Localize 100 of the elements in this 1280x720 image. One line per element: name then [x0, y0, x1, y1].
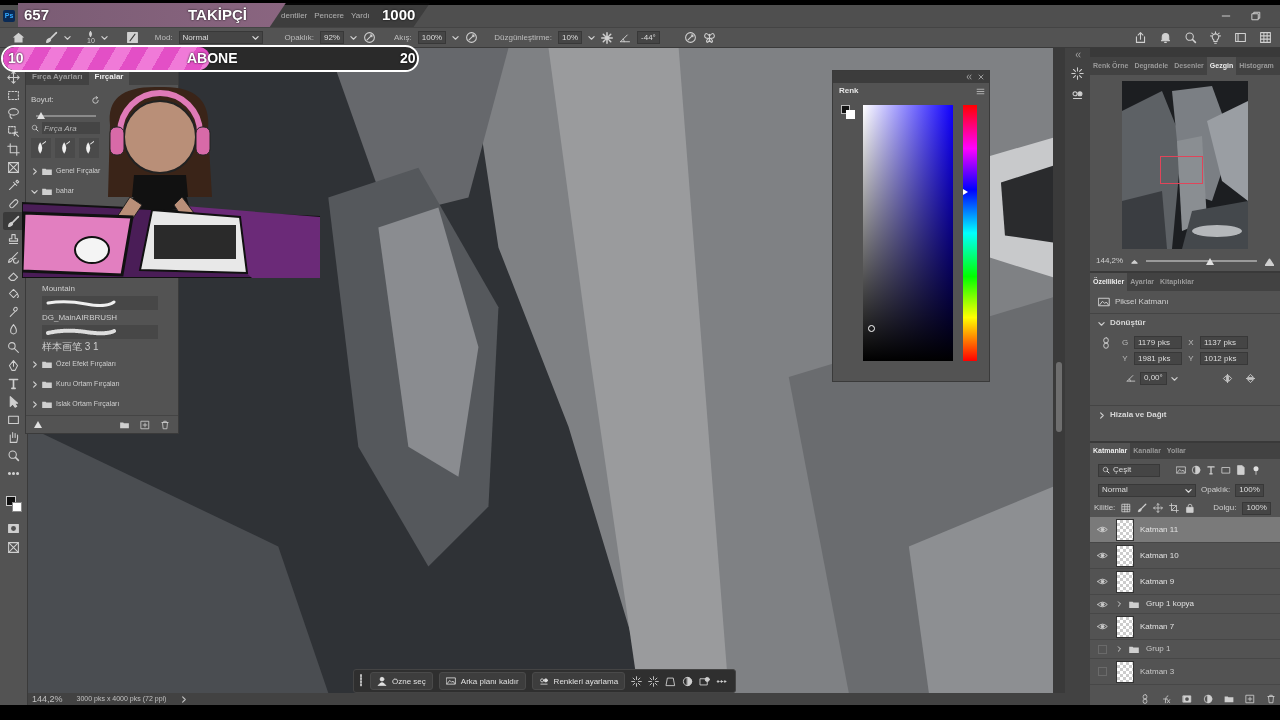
navigator-icon[interactable]	[1071, 67, 1084, 80]
layer-row[interactable]: Katman 9	[1090, 569, 1280, 595]
collapse-icon[interactable]	[965, 73, 973, 81]
contrast-icon[interactable]	[682, 675, 694, 687]
brush-name[interactable]: 样本画笔 3 1	[42, 340, 99, 353]
menu-item[interactable]: dentiler	[281, 11, 308, 21]
share-icon[interactable]	[1134, 31, 1147, 44]
image-filter-icon[interactable]	[1176, 465, 1186, 475]
lock-pixels-icon[interactable]	[1121, 503, 1132, 513]
menu-icon[interactable]	[976, 86, 985, 96]
trash-icon[interactable]	[160, 419, 170, 430]
brush-tip-icon[interactable]	[36, 140, 46, 156]
home-icon[interactable]	[12, 31, 25, 44]
brush-panel-icon[interactable]	[125, 31, 139, 44]
object-selection-icon[interactable]	[7, 124, 20, 138]
trash-icon[interactable]	[1266, 694, 1276, 704]
layer-row[interactable]: Katman 11	[1090, 517, 1280, 543]
layer-row[interactable]: Katman 7	[1090, 614, 1280, 640]
caret-icon[interactable]	[100, 34, 108, 41]
slider-thumb[interactable]	[1206, 257, 1215, 265]
frame-tool-icon[interactable]	[7, 160, 20, 174]
adjustment-filter-icon[interactable]	[1191, 465, 1201, 475]
eye-icon[interactable]	[1096, 524, 1108, 535]
eye-icon[interactable]	[1096, 621, 1108, 632]
transform-field[interactable]: 1012 pks	[1200, 352, 1248, 365]
thumb-icon[interactable]	[34, 421, 42, 428]
search-icon[interactable]	[1184, 31, 1197, 44]
opacity-field[interactable]: 100%	[1235, 483, 1264, 497]
bell-icon[interactable]	[1159, 31, 1172, 44]
marquee-icon[interactable]	[7, 88, 20, 102]
perspective-icon[interactable]	[665, 675, 677, 687]
eye-icon[interactable]	[1096, 550, 1108, 561]
stamp-icon[interactable]	[7, 232, 20, 246]
lock-position-icon[interactable]	[1153, 503, 1164, 513]
caret-icon[interactable]	[1170, 374, 1178, 382]
crop-icon[interactable]	[7, 142, 20, 156]
hand-icon[interactable]	[7, 430, 20, 444]
flow-field[interactable]: 100%	[417, 31, 447, 44]
type-icon[interactable]	[7, 376, 20, 390]
paint-bucket-icon[interactable]	[7, 286, 20, 300]
settings-icon[interactable]	[601, 31, 614, 44]
transform-field[interactable]: 1179 pks	[1134, 336, 1182, 349]
lock-paint-icon[interactable]	[1137, 503, 1148, 513]
lock-artboard-icon[interactable]	[1169, 503, 1180, 513]
close-icon[interactable]	[977, 73, 985, 81]
lightbulb-icon[interactable]	[1209, 31, 1222, 44]
layer-row[interactable]: Katman 10	[1090, 543, 1280, 569]
background-swatch[interactable]	[11, 502, 22, 512]
magic-wand-icon[interactable]	[648, 675, 660, 687]
flip-vertical-icon[interactable]	[1244, 372, 1256, 384]
lasso-icon[interactable]	[7, 106, 20, 120]
opacity-field[interactable]: 92%	[319, 31, 344, 44]
link-icon[interactable]	[1100, 336, 1112, 349]
adjustment-icon[interactable]	[1071, 88, 1084, 101]
new-layer-icon[interactable]	[1245, 694, 1255, 704]
filter-dropdown[interactable]: Çeşit	[1098, 463, 1160, 477]
workspace-icon[interactable]	[1234, 31, 1247, 44]
brush-name[interactable]: DG_MainAIRBRUSH	[42, 312, 118, 323]
caret-icon[interactable]	[349, 34, 357, 41]
brush-name[interactable]: Mountain	[42, 283, 75, 294]
pressure-size-icon[interactable]	[683, 31, 697, 44]
history-brush-icon[interactable]	[7, 250, 20, 264]
smart-object-filter-icon[interactable]	[1236, 465, 1246, 475]
caret-icon[interactable]	[64, 34, 71, 41]
layer-mask-icon[interactable]	[1182, 694, 1192, 704]
scrollbar-thumb[interactable]	[1056, 362, 1062, 432]
brush-tip-icon[interactable]	[84, 140, 94, 156]
brush-icon[interactable]	[7, 214, 20, 228]
screen-mode-icon[interactable]	[7, 541, 20, 554]
zoom-out-icon[interactable]	[1131, 257, 1139, 265]
shape-filter-icon[interactable]	[1221, 465, 1231, 475]
blur-icon[interactable]	[7, 322, 20, 336]
path-selection-icon[interactable]	[7, 394, 20, 408]
menu-item[interactable]: Yardı	[351, 11, 370, 21]
color-field[interactable]	[863, 105, 953, 361]
filter-toggle-icon[interactable]	[1251, 465, 1261, 475]
panel-tab[interactable]: Fırça Ayarları	[26, 69, 89, 85]
link-layers-icon[interactable]	[1140, 694, 1150, 704]
caret-icon[interactable]	[452, 34, 460, 41]
menu-item[interactable]: Pencere	[314, 11, 345, 21]
lock-icon[interactable]	[1185, 503, 1196, 513]
mode-dropdown[interactable]: Normal	[178, 31, 263, 44]
eye-icon[interactable]	[1096, 576, 1108, 587]
add-image-icon[interactable]	[699, 675, 711, 687]
search-field[interactable]: Fırça Ara	[42, 122, 100, 134]
collapse-icon[interactable]	[1073, 51, 1082, 59]
task-button[interactable]: Renkleri ayarlama	[531, 672, 626, 690]
bandage-icon[interactable]	[7, 196, 20, 210]
brush-tip-icon[interactable]	[60, 140, 70, 156]
smoothing-field[interactable]: 10%	[558, 31, 583, 44]
angle-field[interactable]: -44°	[637, 31, 660, 44]
grip-icon[interactable]	[358, 674, 364, 688]
fill-field[interactable]: 100%	[1242, 501, 1271, 515]
flip-horizontal-icon[interactable]	[1221, 372, 1233, 384]
hue-slider[interactable]	[963, 105, 977, 361]
transform-field[interactable]: 1981 pks	[1134, 352, 1182, 365]
move-icon[interactable]	[7, 70, 20, 84]
zoom-icon[interactable]	[7, 448, 20, 462]
adjustment-layer-icon[interactable]	[1203, 694, 1213, 704]
brush-icon[interactable]	[45, 31, 58, 44]
